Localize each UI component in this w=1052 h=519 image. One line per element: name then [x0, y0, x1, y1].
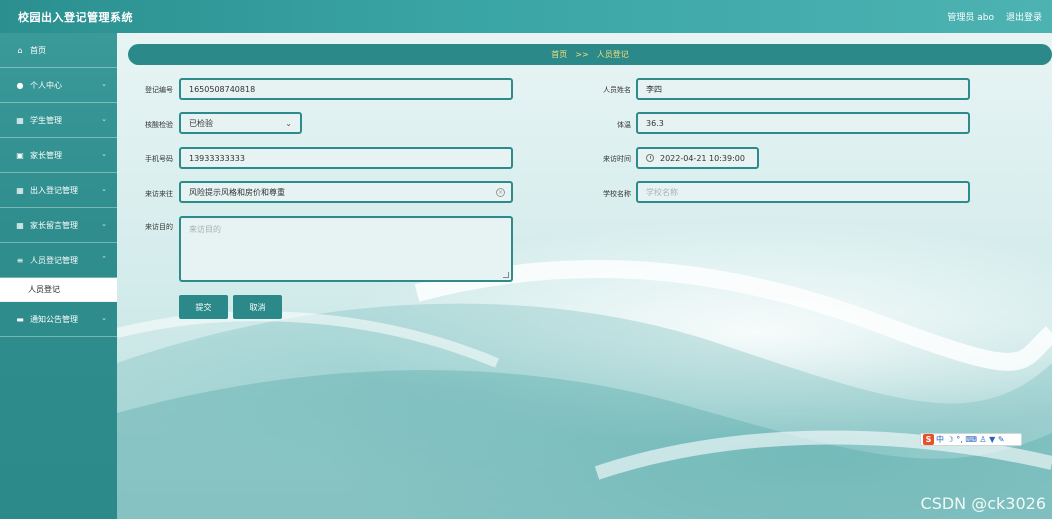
grid-icon: ▦: [16, 115, 24, 125]
chevron-down-icon: ⌄: [101, 115, 107, 123]
chevron-down-icon: ⌄: [101, 150, 107, 158]
health-check-label: 核酸检验: [145, 121, 173, 129]
top-bar: 校园出入登记管理系统 管理员 abo 退出登录: [0, 0, 1052, 33]
breadcrumb-current: 人员登记: [596, 50, 629, 59]
submit-button[interactable]: 提交: [179, 295, 228, 319]
phone-value: 13933333333: [189, 153, 245, 163]
app-title: 校园出入登记管理系统: [18, 11, 133, 24]
phone-input[interactable]: 13933333333: [179, 147, 513, 169]
sidebar-item-label: 出入登记管理: [30, 185, 78, 195]
list-icon: ≡: [16, 255, 24, 265]
ime-toolbar[interactable]: S 中 ☽ °, ⌨ ♙ ▼ ✎: [920, 433, 1022, 446]
sidebar-item-label: 家长管理: [30, 150, 62, 160]
reg-no-label: 登记编号: [145, 86, 173, 94]
sidebar-item-parent-messages[interactable]: ▦ 家长留言管理 ⌄: [0, 208, 117, 243]
reg-no-value: 1650508740818: [189, 84, 256, 94]
briefcase-icon: ▣: [16, 150, 24, 160]
temperature-value: 36.3: [646, 118, 664, 128]
visit-purpose-textarea[interactable]: [179, 216, 513, 282]
visit-time-picker[interactable]: 2022-04-21 10:39:00: [636, 147, 759, 169]
visit-from-input[interactable]: 风险提示风格和房价和尊重 ×: [179, 181, 513, 203]
logout-link[interactable]: 退出登录: [1006, 10, 1042, 23]
visit-time-label: 来访时间: [603, 155, 631, 163]
csdn-watermark: CSDN @ck3026: [920, 494, 1046, 513]
sidebar-item-label: 人员登记管理: [30, 255, 78, 265]
chevron-down-icon: ⌄: [101, 185, 107, 193]
health-check-value: 已检验: [189, 118, 213, 128]
school-name-label: 学校名称: [603, 190, 631, 198]
cancel-button[interactable]: 取消: [233, 295, 282, 319]
keyboard-icon: ▬: [16, 314, 24, 324]
breadcrumb: 首页 >> 人员登记: [128, 44, 1052, 65]
temperature-label: 体温: [617, 121, 631, 129]
sidebar-item-label: 通知公告管理: [30, 314, 78, 324]
clock-icon: [646, 154, 654, 162]
breadcrumb-home[interactable]: 首页: [551, 49, 567, 60]
sidebar-item-label: 首页: [30, 45, 46, 55]
sidebar-item-label: 家长留言管理: [30, 220, 78, 230]
sidebar-item-label: 学生管理: [30, 115, 62, 125]
phone-label: 手机号码: [145, 155, 173, 163]
sidebar-item-profile[interactable]: ● 个人中心 ⌄: [0, 68, 117, 103]
chevron-down-icon: ⌄: [101, 220, 107, 228]
chevron-down-icon: ⌄: [101, 314, 107, 322]
school-name-placeholder: 学校名称: [646, 187, 678, 197]
main-content: 首页 >> 人员登记 登记编号 1650508740818 人员姓名 李四 核酸…: [117, 33, 1052, 519]
sidebar-item-students[interactable]: ▦ 学生管理 ⌄: [0, 103, 117, 138]
health-check-select[interactable]: 已检验 ⌄: [179, 112, 302, 134]
person-name-label: 人员姓名: [603, 86, 631, 94]
user-label: 管理员 abo: [947, 13, 994, 23]
grid-icon: ▦: [16, 220, 24, 230]
reg-no-input[interactable]: 1650508740818: [179, 78, 513, 100]
visit-from-label: 来访来往: [145, 190, 173, 198]
chevron-down-icon: ⌄: [285, 118, 292, 128]
top-right-area: 管理员 abo 退出登录: [947, 10, 1042, 23]
sidebar-item-notices[interactable]: ▬ 通知公告管理 ⌄: [0, 302, 117, 337]
visit-from-value: 风险提示风格和房价和尊重: [189, 187, 285, 197]
home-icon: ⌂: [17, 45, 23, 55]
breadcrumb-separator: >>: [575, 50, 589, 59]
person-name-input[interactable]: 李四: [636, 78, 970, 100]
sidebar-item-entry-registration[interactable]: ▦ 出入登记管理 ⌄: [0, 173, 117, 208]
sidebar: ⌂ 首页 ● 个人中心 ⌄ ▦ 学生管理 ⌄ ▣ 家长管理 ⌄ ▦ 出入登记管理…: [0, 33, 117, 519]
resize-handle-icon[interactable]: [503, 272, 509, 278]
school-name-input[interactable]: 学校名称: [636, 181, 970, 203]
grid-icon: ▦: [16, 185, 24, 195]
chevron-down-icon: ⌄: [101, 80, 107, 88]
sidebar-item-person-registration[interactable]: ≡ 人员登记管理 ⌃: [0, 243, 117, 278]
clear-icon[interactable]: ×: [496, 188, 505, 197]
temperature-input[interactable]: 36.3: [636, 112, 970, 134]
person-name-value: 李四: [646, 84, 662, 94]
user-icon: ●: [16, 80, 24, 90]
app-frame: 校园出入登记管理系统 管理员 abo 退出登录 ⌂ 首页 ● 个人中心 ⌄ ▦ …: [0, 0, 1052, 519]
sidebar-item-home[interactable]: ⌂ 首页: [0, 33, 117, 68]
sogou-logo-icon[interactable]: S: [923, 434, 934, 445]
sidebar-item-parents[interactable]: ▣ 家长管理 ⌄: [0, 138, 117, 173]
sidebar-item-label: 个人中心: [30, 80, 62, 90]
ime-tool-icons[interactable]: 中 ☽ °, ⌨ ♙ ▼ ✎: [936, 434, 1005, 445]
sidebar-subitem-person-register[interactable]: 人员登记: [0, 278, 117, 302]
chevron-up-icon: ⌃: [101, 255, 107, 263]
visit-time-value: 2022-04-21 10:39:00: [660, 153, 745, 163]
visit-purpose-label: 来访目的: [145, 223, 173, 231]
